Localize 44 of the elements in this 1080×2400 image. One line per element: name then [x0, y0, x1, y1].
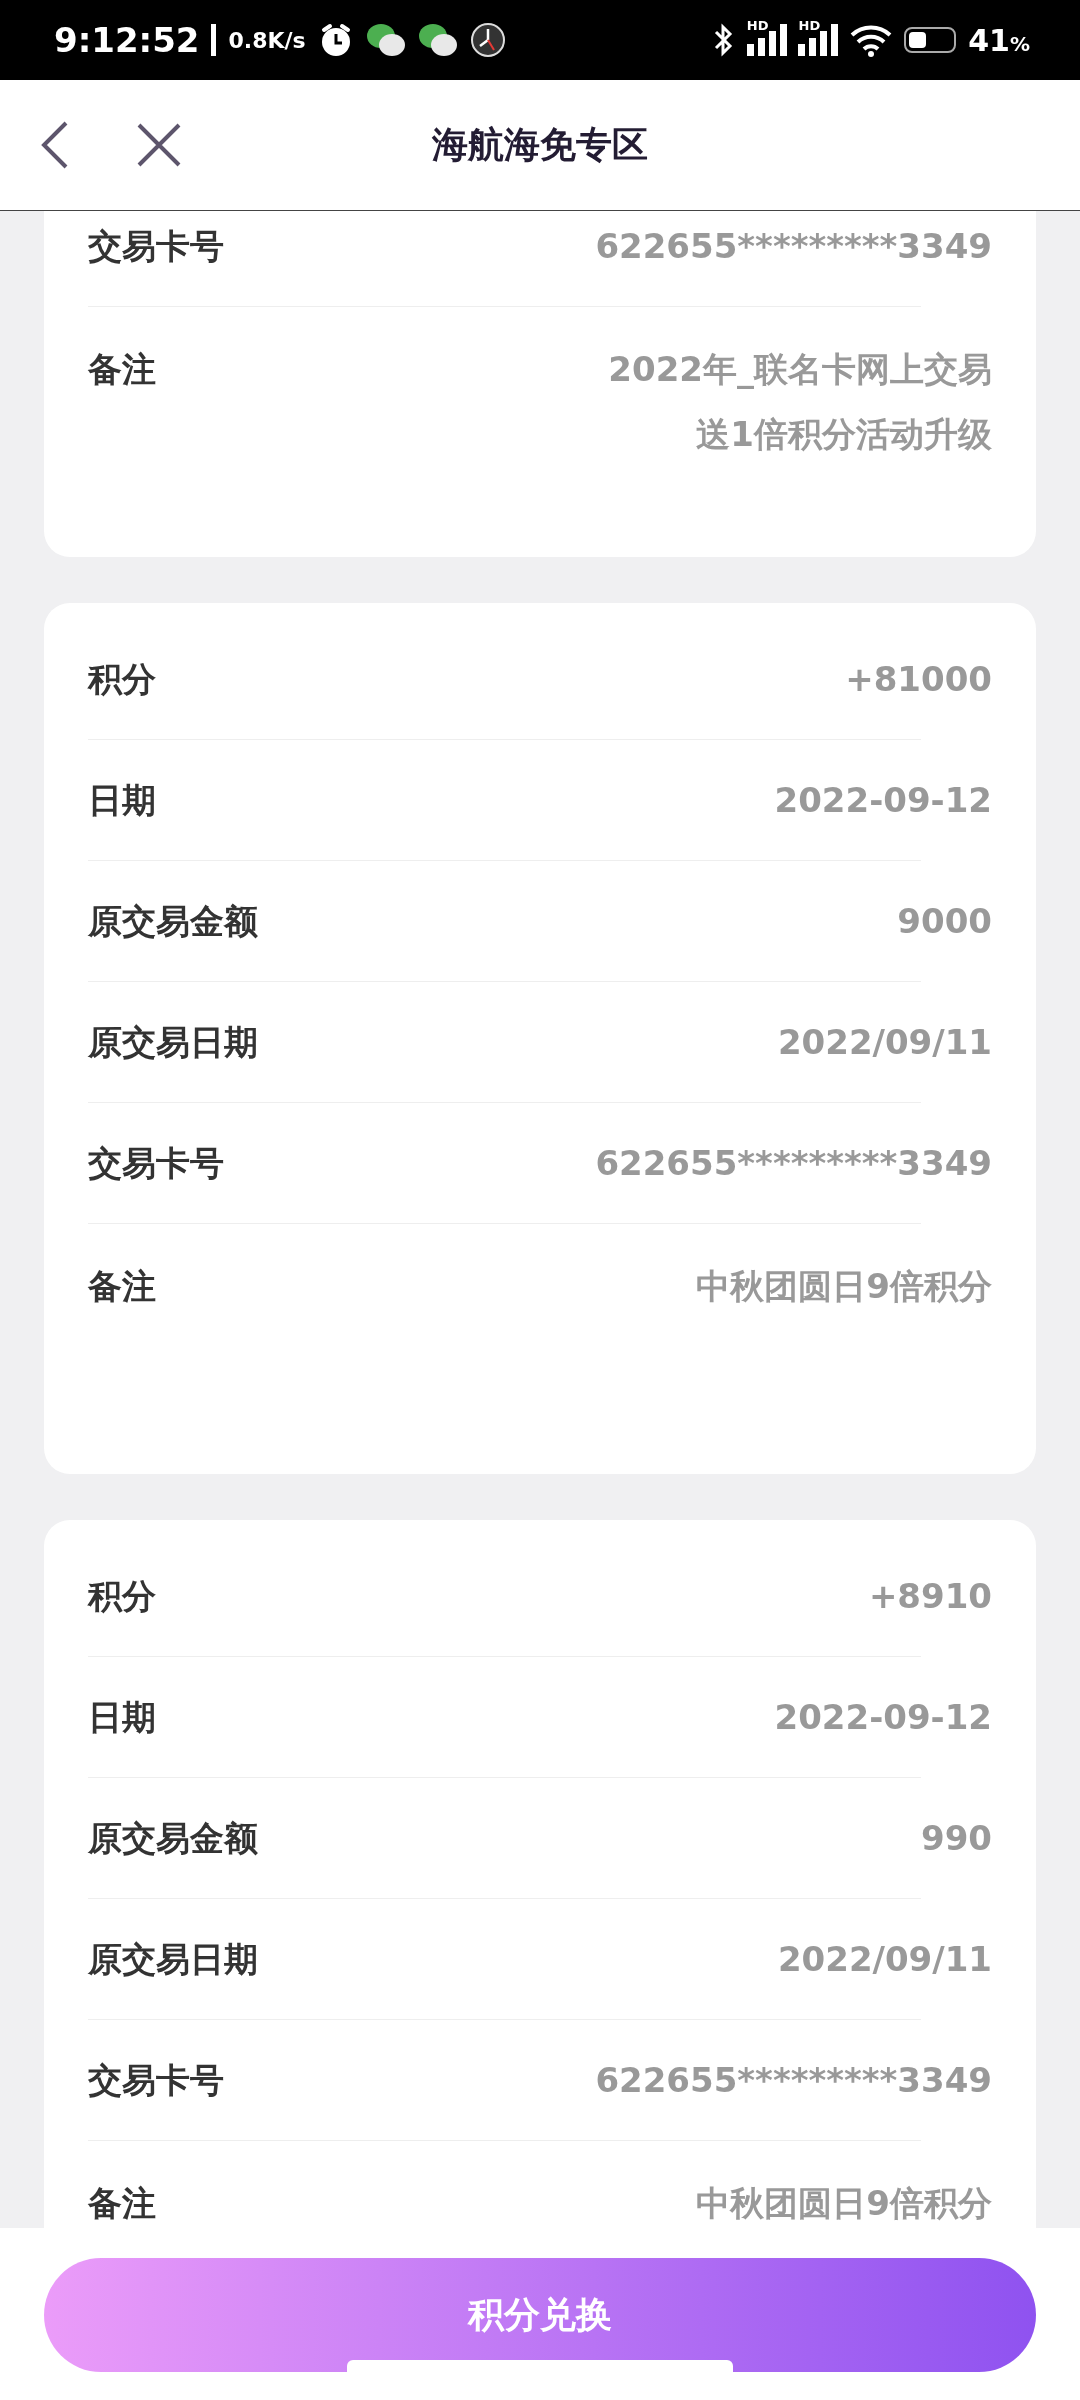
field-label: 交易卡号: [88, 1142, 224, 1185]
field-label: 积分: [88, 658, 156, 701]
field-value: 9000: [897, 900, 992, 943]
remark-value: 中秋团圆日9倍积分: [696, 2182, 992, 2225]
field-value: 622655*********3349: [595, 1142, 992, 1185]
field-value: 622655*********3349: [595, 225, 992, 268]
field-value: 622655*********3349: [595, 2059, 992, 2102]
field-label: 备注: [88, 348, 156, 391]
field-value: 2022-09-12: [774, 1696, 992, 1739]
chevron-left-icon: [40, 120, 70, 170]
field-label: 原交易日期: [88, 1021, 258, 1064]
exchange-points-button[interactable]: 积分兑换: [44, 2258, 1036, 2372]
remark-value: 中秋团圆日9倍积分: [696, 1265, 992, 1308]
field-value: 2022/09/11: [777, 1021, 992, 1064]
wifi-icon: [850, 23, 893, 57]
remark-line: 2022年_联名卡网上交易: [608, 348, 992, 391]
field-label: 原交易金额: [88, 900, 258, 943]
status-time: 9:12:52: [54, 20, 200, 60]
field-value: 990: [921, 1817, 992, 1860]
hd-label: HD: [798, 18, 821, 33]
field-value: +8910: [868, 1575, 992, 1618]
network-speed: 0.8K/s: [228, 27, 306, 53]
separator-bar: [211, 24, 217, 56]
field-value: 2022/09/11: [777, 1938, 992, 1981]
field-label: 积分: [88, 1575, 156, 1618]
chat-bubbles-icon: [417, 22, 458, 58]
field-label: 原交易日期: [88, 1938, 258, 1981]
hd-label: HD: [746, 18, 769, 33]
close-icon: [136, 122, 182, 168]
field-value: +81000: [845, 658, 992, 701]
field-label: 备注: [88, 1265, 156, 1308]
battery-icon: [904, 27, 957, 53]
field-label: 备注: [88, 2182, 156, 2225]
page-title: 海航海免专区: [431, 122, 649, 167]
field-label: 原交易金额: [88, 1817, 258, 1860]
field-label: 交易卡号: [88, 225, 224, 268]
field-label: 日期: [88, 1696, 156, 1739]
field-value: 2022-09-12: [774, 779, 992, 822]
chat-bubbles-icon: [365, 22, 406, 58]
battery-percent: 41%: [968, 22, 1030, 58]
remark-line: 送1倍积分活动升级: [696, 413, 992, 456]
clock-icon: [469, 22, 506, 58]
field-label: 交易卡号: [88, 2059, 224, 2102]
field-label: 日期: [88, 779, 156, 822]
